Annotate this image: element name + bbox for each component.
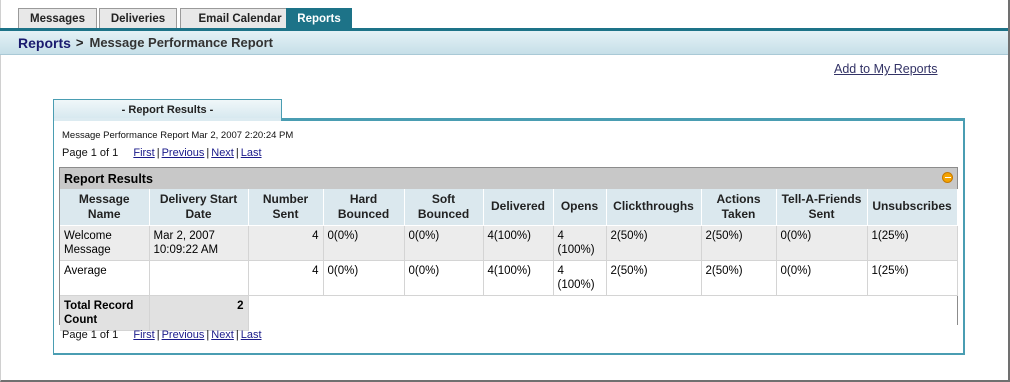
add-to-my-reports-link[interactable]: Add to My Reports [834, 62, 938, 76]
pager-previous-link[interactable]: Previous [162, 329, 205, 341]
panel-tab-join [54, 118, 281, 121]
results-title: Report Results [64, 171, 153, 186]
collapse-icon[interactable] [942, 172, 953, 183]
pager-first-link[interactable]: First [133, 147, 154, 159]
col-header-clickthroughs[interactable]: Clickthroughs [606, 189, 702, 226]
col-header-delivery-start-date[interactable]: Delivery Start Date [149, 189, 249, 226]
report-results-tab[interactable]: - Report Results - [53, 99, 282, 119]
cell-opens: 4 (100%) [553, 260, 607, 296]
cell-tell-a-friends-sent: 0(0%) [776, 225, 868, 261]
cell-message-name: Average [60, 260, 150, 296]
cell-soft-bounced: 0(0%) [404, 260, 484, 296]
results-grid: Message Name Delivery Start Date Number … [60, 189, 958, 331]
cell-soft-bounced: 0(0%) [404, 225, 484, 261]
pager-next-link[interactable]: Next [211, 329, 234, 341]
tab-email-calendar[interactable]: Email Calendar [180, 8, 300, 29]
cell-delivered: 4(100%) [483, 260, 554, 296]
cell-delivery-start-date [149, 260, 249, 296]
col-header-opens[interactable]: Opens [553, 189, 607, 226]
cell-hard-bounced: 0(0%) [323, 225, 405, 261]
breadcrumb-root[interactable]: Reports [18, 35, 71, 51]
cell-delivered: 4(100%) [483, 225, 554, 261]
cell-opens: 4 (100%) [553, 225, 607, 261]
cell-unsubscribes: 1(25%) [867, 260, 958, 296]
col-header-hard-bounced[interactable]: Hard Bounced [323, 189, 405, 226]
tab-messages[interactable]: Messages [18, 8, 97, 29]
total-record-count-label: Total Record Count [60, 295, 150, 331]
cell-clickthroughs: 2(50%) [606, 225, 702, 261]
header-row: Message Name Delivery Start Date Number … [60, 189, 958, 226]
col-header-number-sent[interactable]: Number Sent [248, 189, 324, 226]
report-results-table: Report Results Message Name Delivery Sta… [59, 167, 958, 331]
table-row: Welcome Message Mar 2, 2007 10:09:22 AM … [60, 225, 958, 261]
cell-delivery-start-date: Mar 2, 2007 10:09:22 AM [149, 225, 249, 261]
cell-number-sent: 4 [248, 260, 324, 296]
pager-first-link[interactable]: First [133, 329, 154, 341]
tab-reports[interactable]: Reports [286, 8, 352, 29]
breadcrumb-separator: > [75, 35, 84, 50]
pager-bottom: Page 1 of 1 First | Previous | Next | Last [62, 329, 262, 341]
table-row: Average 4 0(0%) 0(0%) 4(100%) 4 (100%) 2… [60, 260, 958, 296]
total-record-count-value: 2 [149, 295, 249, 331]
page-indicator: Page 1 of 1 [62, 147, 119, 159]
cell-clickthroughs: 2(50%) [606, 260, 702, 296]
cell-actions-taken: 2(50%) [701, 225, 777, 261]
pager-top: Page 1 of 1 First | Previous | Next | Last [62, 147, 262, 159]
report-meta-line: Message Performance Report Mar 2, 2007 2… [62, 130, 294, 141]
cell-unsubscribes: 1(25%) [867, 225, 958, 261]
pager-previous-link[interactable]: Previous [162, 147, 205, 159]
col-header-delivered[interactable]: Delivered [483, 189, 554, 226]
page-title: Message Performance Report [89, 35, 274, 50]
col-header-message-name[interactable]: Message Name [60, 189, 150, 226]
total-row-filler [248, 295, 957, 330]
breadcrumb: Reports > Message Performance Report [0, 31, 1008, 55]
col-header-tell-a-friends-sent[interactable]: Tell-A-Friends Sent [776, 189, 868, 226]
col-header-unsubscribes[interactable]: Unsubscribes [867, 189, 958, 226]
cell-actions-taken: 2(50%) [701, 260, 777, 296]
tab-deliveries[interactable]: Deliveries [99, 8, 177, 29]
cell-number-sent: 4 [248, 225, 324, 261]
pager-last-link[interactable]: Last [241, 329, 262, 341]
cell-hard-bounced: 0(0%) [323, 260, 405, 296]
total-row: Total Record Count 2 [60, 295, 957, 331]
page-indicator: Page 1 of 1 [62, 329, 119, 341]
col-header-actions-taken[interactable]: Actions Taken [701, 189, 777, 226]
results-title-bar: Report Results [60, 168, 957, 189]
cell-message-name: Welcome Message [60, 225, 150, 261]
pager-next-link[interactable]: Next [211, 147, 234, 159]
pager-last-link[interactable]: Last [241, 147, 262, 159]
col-header-soft-bounced[interactable]: Soft Bounced [404, 189, 484, 226]
cell-tell-a-friends-sent: 0(0%) [776, 260, 868, 296]
